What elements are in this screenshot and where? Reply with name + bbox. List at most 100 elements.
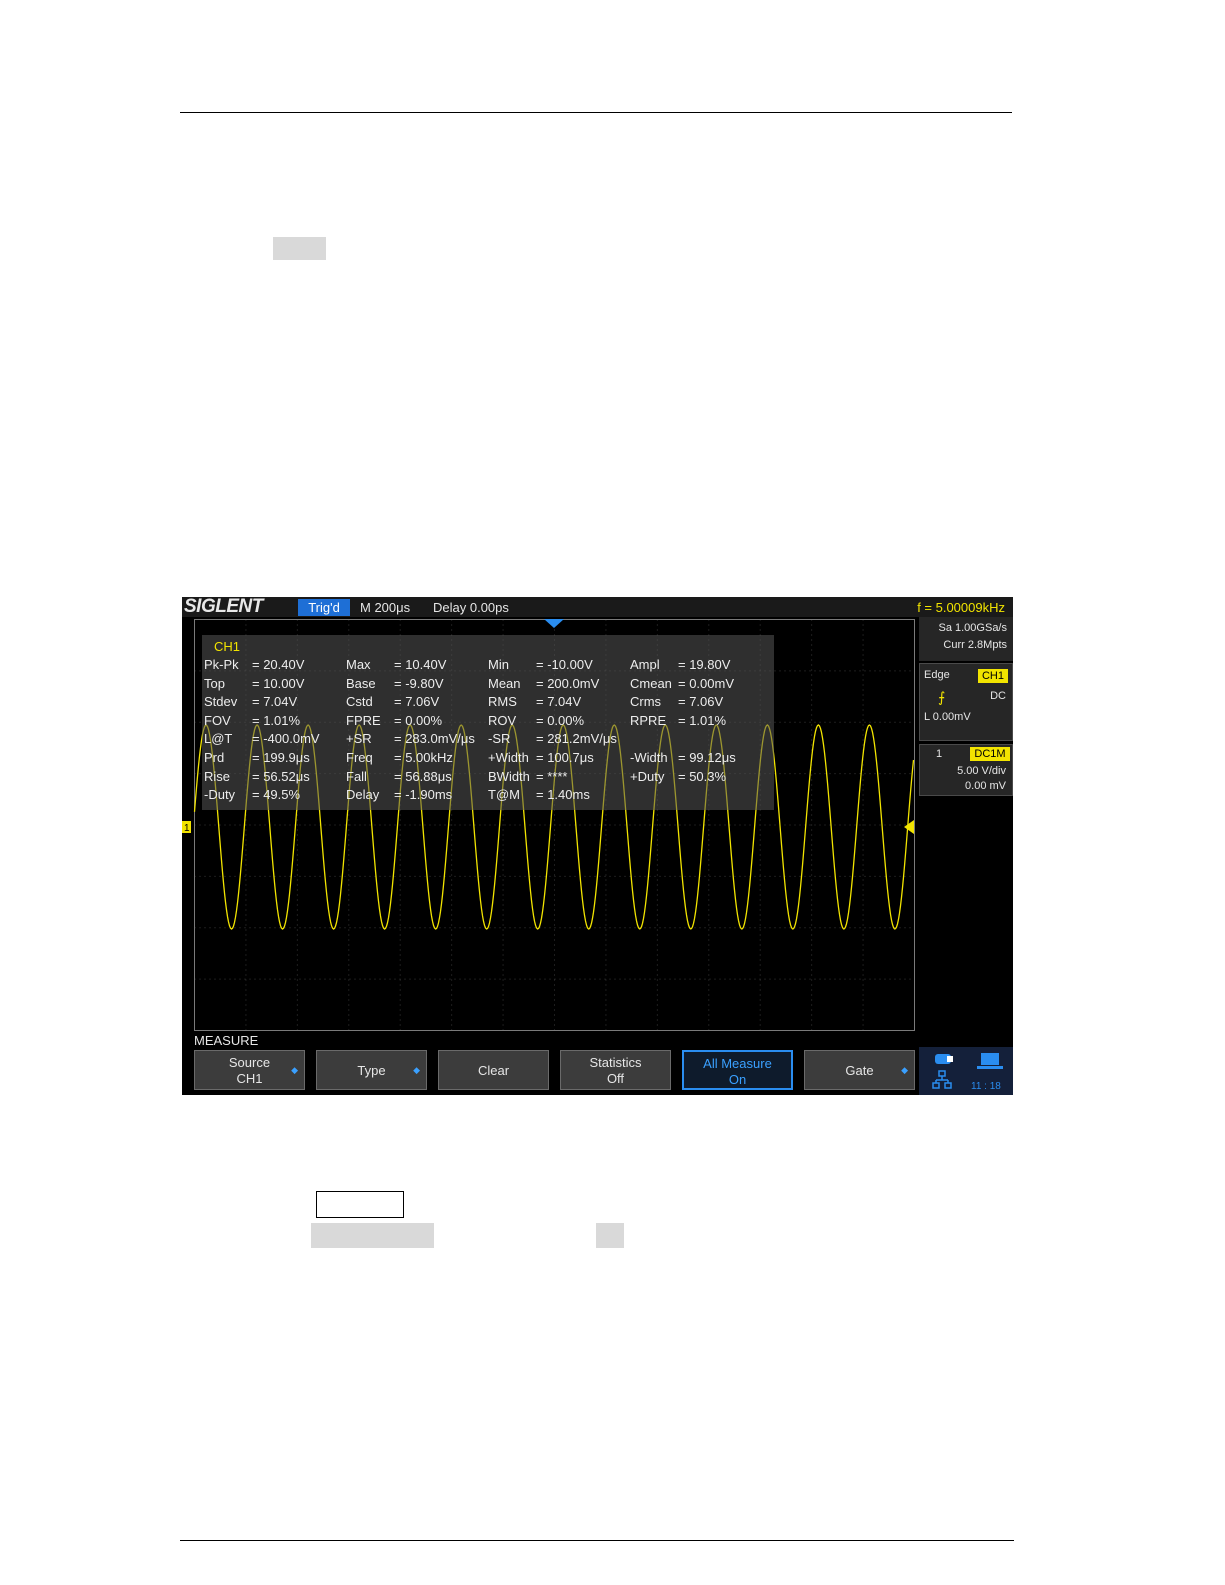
measurement-value: = 7.06V xyxy=(394,694,440,710)
measurement-value: = 7.06V xyxy=(678,694,724,710)
channel-1-ground-label: 1 xyxy=(184,823,190,834)
measurement-value: = 1.40ms xyxy=(536,787,590,803)
system-status-area: 11 : 18 xyxy=(919,1047,1013,1095)
measurement-label: RMS xyxy=(488,694,517,710)
softkey-gate[interactable]: Gate ◆ xyxy=(804,1050,915,1090)
softkey-label: Source xyxy=(228,1055,271,1070)
measurement-value: = 5.00kHz xyxy=(394,750,453,765)
measurement-label: +SR xyxy=(346,731,372,747)
submenu-arrow-icon: ◆ xyxy=(901,1065,908,1075)
measurement-value: = **** xyxy=(536,768,568,784)
measurement-value: = 10.00V xyxy=(252,675,305,691)
measurement-value: = -400.0mV xyxy=(252,731,320,747)
measurement-label: Freq xyxy=(346,750,373,765)
measurement-value: = 0.00% xyxy=(394,712,443,728)
measurement-value: = 7.04V xyxy=(536,694,582,710)
measurement-panel: CH1 Pk-Pk = 20.40V Max = 10.40V Min = -10.00V… xyxy=(202,635,774,810)
highlight-box xyxy=(596,1223,624,1248)
trigger-position-marker xyxy=(544,619,564,628)
measurement-value: = 49.5% xyxy=(252,787,301,803)
measurement-value: = 199.9μs xyxy=(252,750,310,765)
softkey-label: Type xyxy=(357,1063,386,1078)
measurement-label: Cmean xyxy=(630,675,672,691)
measurement-value: = 0.00mV xyxy=(678,675,735,691)
measurement-label: RPRE xyxy=(630,712,667,728)
measurement-label: Delay xyxy=(346,787,380,803)
measurement-label: Fall xyxy=(346,768,367,784)
softkey-label: All Measure xyxy=(703,1056,772,1071)
measurement-label: -Width xyxy=(630,750,668,765)
rising-edge-icon: ⨍ xyxy=(938,689,946,705)
trigger-info: Edge CH1 ⨍ DC L 0.00mV xyxy=(919,663,1013,741)
acquisition-info: Sa 1.00GSa/s Curr 2.8Mpts xyxy=(919,617,1013,661)
measurement-label: -Duty xyxy=(204,787,236,803)
measurement-label: Min xyxy=(488,657,509,672)
sample-rate: Sa 1.00GSa/s xyxy=(938,622,1008,634)
network-icon xyxy=(932,1070,952,1089)
trigger-level-marker xyxy=(904,820,914,834)
outlined-box xyxy=(316,1191,404,1218)
softkey-value: Off xyxy=(606,1071,625,1086)
measurement-label: Rise xyxy=(204,768,231,784)
submenu-arrow-icon: ◆ xyxy=(291,1065,298,1075)
measurement-label: Top xyxy=(204,675,225,691)
measurement-label: BWidth xyxy=(488,768,530,784)
measurement-value: = -10.00V xyxy=(536,657,593,672)
measurement-value: = 50.3% xyxy=(678,768,727,784)
trigger-coupling: DC xyxy=(990,690,1006,702)
measurement-value: = -1.90ms xyxy=(394,787,453,803)
measurement-label: Base xyxy=(346,675,376,691)
measurement-label: Mean xyxy=(488,675,521,691)
measurement-label: Prd xyxy=(204,750,225,765)
measurement-label: Stdev xyxy=(204,694,238,710)
measurement-label: Pk-Pk xyxy=(204,657,239,672)
footer-rule xyxy=(180,1540,1014,1541)
channel-info: 1 DC1M 5.00 V/div 0.00 mV xyxy=(919,744,1013,796)
channel-number: 1 xyxy=(936,748,943,760)
measurement-label: Crms xyxy=(630,694,662,710)
channel-coupling: DC1M xyxy=(970,747,1010,761)
measurement-value: = 281.2mV/μs xyxy=(536,731,617,747)
measurement-label: -SR xyxy=(488,731,511,747)
header-rule xyxy=(180,112,1012,113)
measurement-value: = 56.52μs xyxy=(252,768,310,784)
submenu-arrow-icon: ◆ xyxy=(413,1065,420,1075)
softkey-statistics[interactable]: Statistics Off xyxy=(560,1050,671,1090)
measurement-value: = 283.0mV/μs xyxy=(394,731,475,747)
softkey-all-measure[interactable]: All Measure On xyxy=(682,1050,793,1090)
softkey-value: On xyxy=(728,1072,747,1087)
measurement-label: Ampl xyxy=(630,657,660,672)
memory-depth: Curr 2.8Mpts xyxy=(943,639,1007,651)
measurement-value: = 20.40V xyxy=(252,657,305,672)
highlight-box xyxy=(311,1223,434,1248)
measurement-label: Cstd xyxy=(346,694,373,710)
softkey-source[interactable]: Source CH1 ◆ xyxy=(194,1050,305,1090)
softkey-label: Gate xyxy=(845,1063,874,1078)
measurement-value: = 99.12μs xyxy=(678,750,736,765)
measurement-value: = 100.7μs xyxy=(536,750,594,765)
trigger-source: CH1 xyxy=(978,669,1008,683)
measurement-label: Max xyxy=(346,657,371,672)
measurement-label: FPRE xyxy=(346,712,381,728)
measurement-label: FOV xyxy=(204,712,231,728)
measurement-value: = 19.80V xyxy=(678,657,731,672)
system-clock: 11 : 18 xyxy=(971,1081,1001,1092)
measurement-value: = 56.88μs xyxy=(394,768,452,784)
measurement-label: +Width xyxy=(488,750,529,765)
vertical-offset: 0.00 mV xyxy=(965,780,1006,792)
measurement-value: = 7.04V xyxy=(252,694,298,710)
trigger-type: Edge xyxy=(924,669,950,681)
status-icons: 11 : 18 xyxy=(932,1053,1003,1092)
softkey-type[interactable]: Type ◆ xyxy=(316,1050,427,1090)
measurement-label: T@M xyxy=(488,787,520,803)
measurement-value: = -9.80V xyxy=(394,675,444,691)
measurement-value: = 1.01% xyxy=(252,712,301,728)
monitor-icon xyxy=(977,1053,1003,1069)
vertical-scale: 5.00 V/div xyxy=(957,765,1006,777)
trigger-level: L 0.00mV xyxy=(924,711,971,723)
softkey-value: CH1 xyxy=(236,1071,263,1086)
measurement-value: = 0.00% xyxy=(536,712,585,728)
softkey-label: Statistics xyxy=(589,1055,642,1070)
measurement-label: L@T xyxy=(204,731,233,747)
softkey-clear[interactable]: Clear xyxy=(438,1050,549,1090)
